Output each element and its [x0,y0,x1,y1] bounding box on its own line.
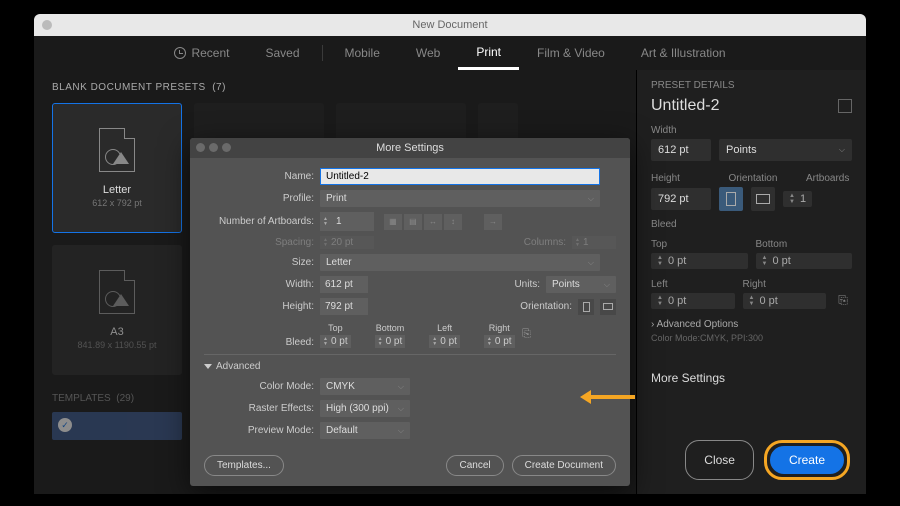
tab-recent[interactable]: Recent [156,36,247,70]
orientation-portrait[interactable] [719,187,743,211]
template-thumb[interactable]: ✓ [52,412,182,440]
annotation-arrow [580,390,635,404]
annotation-highlight: Create [764,440,850,480]
create-document-button[interactable]: Create Document [512,455,616,476]
artboards-field[interactable]: ▲▼ [320,212,374,231]
advanced-options-toggle[interactable]: › Advanced Options [651,319,852,330]
orientation-landscape[interactable] [600,299,616,315]
presets-header: BLANK DOCUMENT PRESETS (7) [52,82,618,93]
bleed-right[interactable]: ▲▼0 pt [743,293,827,309]
bleed-right[interactable]: ▲▼0 pt [484,335,515,348]
dialog-close-dot[interactable] [196,143,205,152]
edit-icon[interactable] [838,99,852,113]
link-icon[interactable]: ⎘ [834,291,852,309]
tab-saved[interactable]: Saved [247,36,317,70]
dialog-title: More Settings [190,138,630,158]
cancel-button[interactable]: Cancel [446,455,503,476]
name-input[interactable] [320,168,600,185]
preset-letter[interactable]: Letter 612 x 792 pt [52,103,182,233]
bleed-top[interactable]: ▲▼0 pt [651,253,748,269]
orientation-landscape[interactable] [751,187,775,211]
units-select[interactable]: Points⌵ [719,139,852,161]
size-select[interactable]: Letter⌵ [320,254,600,271]
artboards-stepper[interactable]: ▲▼1 [783,191,812,207]
bleed-bottom[interactable]: ▲▼0 pt [375,335,406,348]
tab-print[interactable]: Print [458,36,519,70]
document-icon [99,128,135,172]
bleed-top[interactable]: ▲▼0 pt [320,335,351,348]
templates-button[interactable]: Templates... [204,455,284,476]
tab-web[interactable]: Web [398,36,458,70]
window-title: New Document [34,19,866,31]
bleed-left[interactable]: ▲▼0 pt [429,335,460,348]
raster-effects-select[interactable]: High (300 ppi)⌵ [320,400,410,417]
check-icon: ✓ [58,418,72,432]
row-layout-icon[interactable]: ↔ [424,214,442,230]
chevron-down-icon: ⌵ [839,145,845,155]
advanced-toggle[interactable]: Advanced [204,361,616,372]
bleed-left[interactable]: ▲▼0 pt [651,293,735,309]
document-name: Untitled-2 [651,97,852,115]
preview-mode-select[interactable]: Default⌵ [320,422,410,439]
color-mode-info: Color Mode:CMYK, PPI:300 [651,333,852,343]
category-tabs: Recent Saved Mobile Web Print Film & Vid… [34,36,866,70]
create-button[interactable]: Create [770,446,844,474]
document-icon [99,270,135,314]
tab-mobile[interactable]: Mobile [327,36,398,70]
width-field[interactable]: 612 pt [651,139,711,161]
tab-film-video[interactable]: Film & Video [519,36,623,70]
arrow-icon[interactable]: → [484,214,502,230]
close-button[interactable]: Close [685,440,754,480]
details-header: PRESET DETAILS [651,80,852,91]
bleed-bottom[interactable]: ▲▼0 pt [756,253,853,269]
spacing-field: ▲▼20 pt [320,236,374,249]
preset-a3[interactable]: A3 841.89 x 1190.55 pt [52,245,182,375]
grid-layout-icon[interactable]: ▦ [384,214,402,230]
orientation-portrait[interactable] [578,299,594,315]
tab-art-illustration[interactable]: Art & Illustration [623,36,744,70]
clock-icon [174,47,186,59]
grid-layout-icon[interactable]: ▤ [404,214,422,230]
height-input[interactable] [320,298,368,315]
width-input[interactable] [320,276,368,293]
columns-field: ▲▼1 [572,236,616,249]
more-settings-link[interactable]: More Settings [651,371,852,385]
footer-buttons: Close Create [685,440,850,480]
triangle-down-icon [204,364,212,369]
link-icon[interactable]: ⎘ [521,320,533,348]
units-select[interactable]: Points⌵ [546,276,616,293]
height-field[interactable]: 792 pt [651,188,711,210]
more-settings-dialog: More Settings Name: Profile:Print⌵ Numbe… [190,138,630,486]
profile-select[interactable]: Print⌵ [320,190,600,207]
color-mode-select[interactable]: CMYK⌵ [320,378,410,395]
col-layout-icon[interactable]: ↕ [444,214,462,230]
titlebar: New Document [34,14,866,36]
preset-details-panel: PRESET DETAILS Untitled-2 Width 612 pt P… [636,70,866,494]
